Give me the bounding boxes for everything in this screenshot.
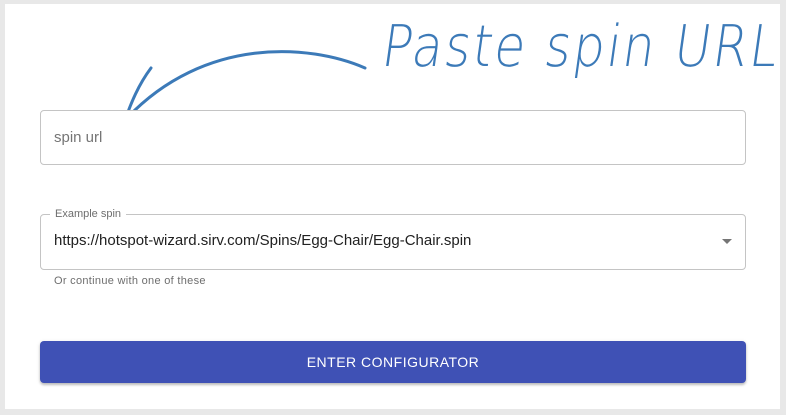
paste-hint-text: Paste spin URL <box>378 13 785 80</box>
spin-url-field[interactable] <box>40 110 746 165</box>
enter-configurator-button[interactable]: ENTER CONFIGURATOR <box>40 341 746 383</box>
spin-url-input[interactable] <box>54 111 724 164</box>
dropdown-caret-icon[interactable] <box>722 239 732 244</box>
example-spin-selected-value: https://hotspot-wizard.sirv.com/Spins/Eg… <box>54 232 472 249</box>
configurator-card: Paste spin URL Example spin https://hots… <box>5 4 785 409</box>
example-spin-label: Example spin <box>50 207 127 221</box>
example-spin-select[interactable]: Example spin https://hotspot-wizard.sirv… <box>40 207 746 270</box>
example-spin-helper-text: Or continue with one of these <box>54 275 206 287</box>
